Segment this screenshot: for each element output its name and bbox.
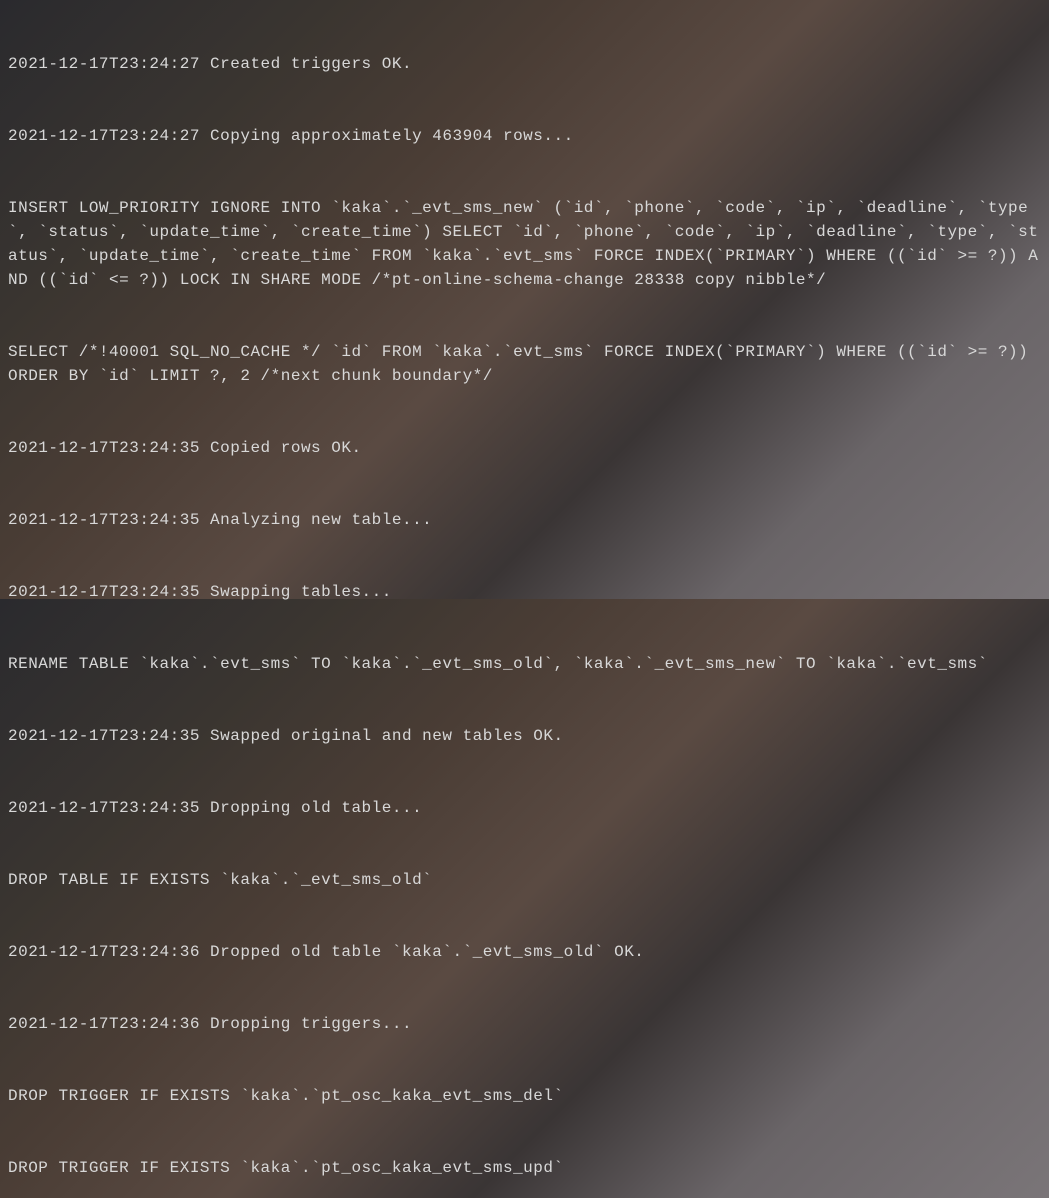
log-line: DROP TABLE IF EXISTS `kaka`.`_evt_sms_ol… [8, 868, 1041, 892]
log-line: 2021-12-17T23:24:36 Dropping triggers... [8, 1012, 1041, 1036]
log-line: SELECT /*!40001 SQL_NO_CACHE */ `id` FRO… [8, 340, 1041, 388]
log-line: 2021-12-17T23:24:27 Copying approximatel… [8, 124, 1041, 148]
log-line: 2021-12-17T23:24:27 Created triggers OK. [8, 52, 1041, 76]
log-line: 2021-12-17T23:24:35 Swapped original and… [8, 724, 1041, 748]
log-line: 2021-12-17T23:24:36 Dropped old table `k… [8, 940, 1041, 964]
log-line: 2021-12-17T23:24:35 Dropping old table..… [8, 796, 1041, 820]
log-line: INSERT LOW_PRIORITY IGNORE INTO `kaka`.`… [8, 196, 1041, 292]
log-line: 2021-12-17T23:24:35 Swapping tables... [8, 580, 1041, 604]
terminal-output[interactable]: 2021-12-17T23:24:27 Created triggers OK.… [8, 4, 1041, 1198]
log-line: 2021-12-17T23:24:35 Copied rows OK. [8, 436, 1041, 460]
log-line: DROP TRIGGER IF EXISTS `kaka`.`pt_osc_ka… [8, 1156, 1041, 1180]
log-line: DROP TRIGGER IF EXISTS `kaka`.`pt_osc_ka… [8, 1084, 1041, 1108]
log-line: RENAME TABLE `kaka`.`evt_sms` TO `kaka`.… [8, 652, 1041, 676]
log-line: 2021-12-17T23:24:35 Analyzing new table.… [8, 508, 1041, 532]
